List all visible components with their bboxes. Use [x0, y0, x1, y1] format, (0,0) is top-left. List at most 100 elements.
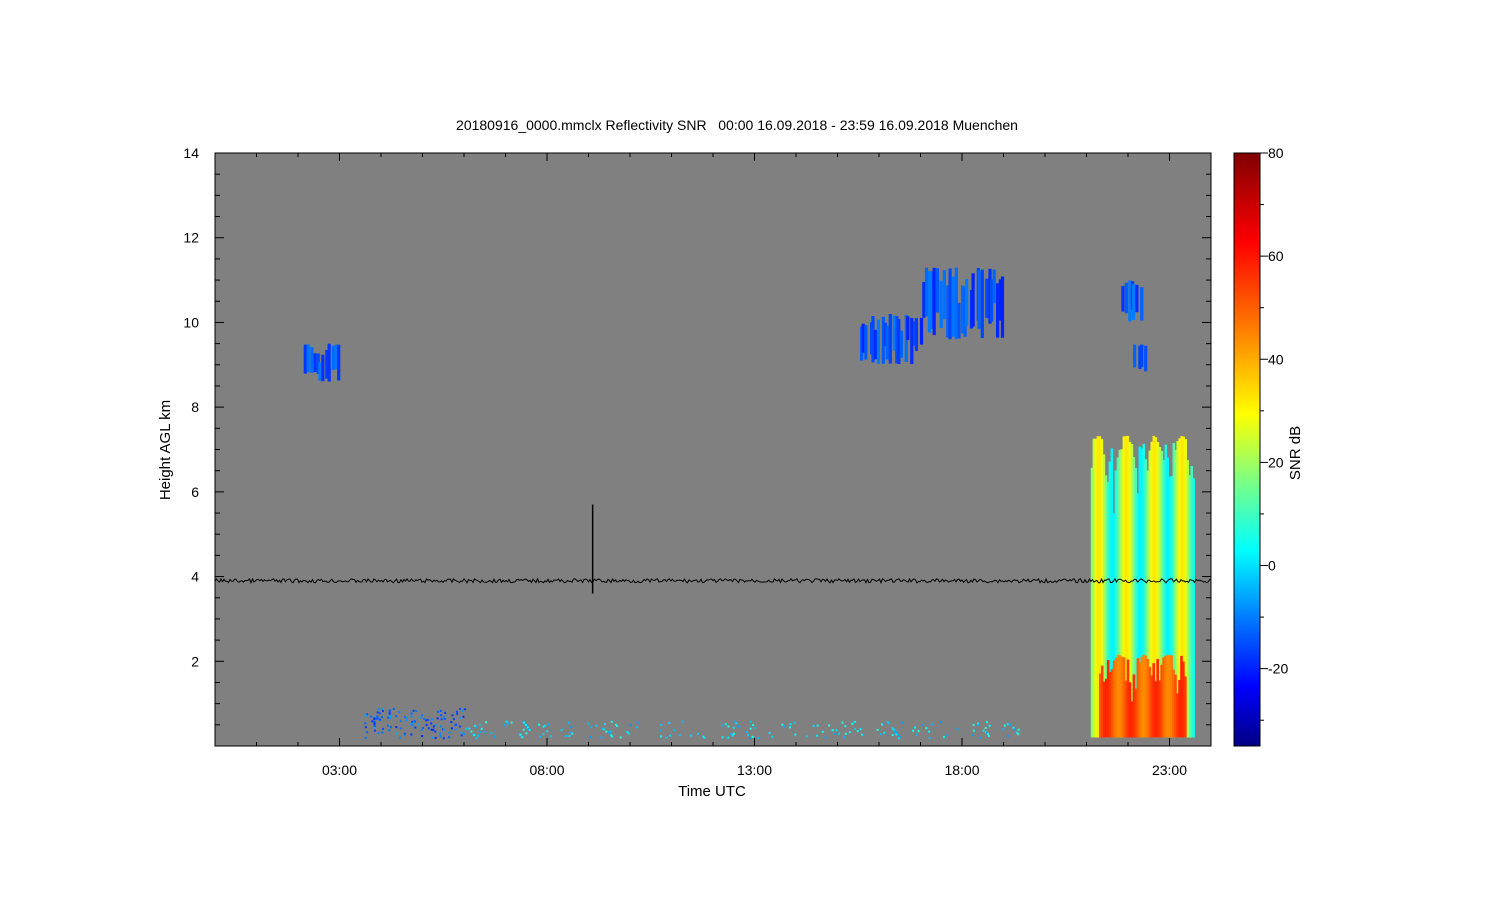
echo-speck	[1006, 723, 1009, 726]
echo-speck	[475, 726, 477, 729]
echo-speck	[475, 737, 478, 740]
echo-speck	[928, 737, 931, 739]
echo-speck	[425, 723, 428, 726]
echo-speck	[751, 735, 754, 738]
echo-speck	[522, 728, 525, 731]
echo-cell	[1000, 276, 1005, 338]
echo-speck	[589, 736, 591, 738]
colorbar-tick-label: 0	[1268, 558, 1276, 574]
echo-speck	[434, 730, 437, 733]
echo-cell	[888, 314, 892, 364]
colorbar-axis: -20 0 20 40 60 80	[1260, 145, 1288, 721]
echo-speck	[812, 724, 815, 727]
echo-speck	[986, 721, 988, 724]
echo-cell	[965, 279, 969, 326]
echo-cell	[996, 283, 1000, 338]
echo-speck	[503, 724, 506, 727]
echo-speck	[570, 725, 573, 728]
echo-speck	[485, 721, 488, 724]
echo-speck	[794, 733, 797, 736]
echo-speck	[897, 733, 900, 736]
echo-speck	[660, 729, 663, 732]
echo-speck	[732, 732, 735, 735]
echo-speck	[436, 717, 439, 720]
echo-speck	[430, 728, 433, 731]
echo-speck	[979, 736, 982, 739]
echo-cell	[927, 270, 931, 333]
echo-speck	[373, 726, 376, 729]
echo-cell	[885, 325, 889, 360]
echo-speck	[861, 733, 863, 736]
echo-speck	[439, 734, 442, 737]
echo-speck	[816, 724, 819, 727]
echo-speck	[977, 723, 980, 726]
echo-speck	[851, 722, 854, 725]
echo-speck	[752, 724, 755, 726]
echo-cell	[948, 268, 952, 340]
echo-speck	[856, 730, 859, 733]
echo-speck	[859, 728, 862, 731]
echo-speck	[595, 724, 598, 727]
echo-speck	[987, 733, 990, 736]
echo-speck	[412, 709, 415, 712]
echo-speck	[381, 716, 384, 718]
colorbar-tick-label: 60	[1268, 248, 1284, 264]
echo-speck	[378, 712, 381, 715]
echo-speck	[484, 731, 487, 734]
echo-speck	[883, 731, 886, 734]
echo-speck	[590, 726, 593, 729]
echo-speck	[940, 721, 942, 724]
echo-speck	[388, 729, 391, 732]
echo-speck	[427, 718, 430, 721]
echo-cell	[899, 330, 903, 358]
echo-speck	[366, 731, 369, 734]
echo-speck	[972, 723, 975, 726]
echo-speck	[629, 724, 632, 727]
echo-cell	[932, 267, 936, 336]
echo-speck	[605, 730, 608, 733]
echo-speck	[431, 718, 434, 721]
echo-speck	[431, 736, 434, 739]
echo-speck	[410, 712, 413, 715]
echo-speck	[398, 711, 401, 713]
echo-cell	[337, 344, 341, 381]
echo-speck	[364, 722, 367, 725]
echo-speck	[417, 723, 420, 726]
echo-speck	[619, 736, 622, 739]
echo-speck	[460, 731, 463, 734]
echo-speck	[749, 737, 752, 740]
echo-speck	[425, 719, 428, 722]
echo-speck	[925, 727, 928, 730]
echo-speck	[448, 731, 451, 734]
echo-speck	[387, 724, 389, 727]
echo-speck	[373, 729, 376, 732]
echo-speck	[982, 729, 985, 732]
echo-speck	[463, 708, 466, 711]
echo-speck	[853, 721, 856, 723]
echo-cell	[1121, 285, 1125, 312]
echo-cell	[303, 344, 307, 374]
echo-speck	[440, 714, 443, 717]
chart-title: 20180916_0000.mmclx Reflectivity SNR 00:…	[456, 117, 1018, 133]
echo-speck	[669, 734, 672, 737]
echo-speck	[382, 710, 384, 712]
echo-speck	[608, 732, 611, 735]
echo-speck	[456, 712, 459, 715]
echo-speck	[430, 722, 433, 725]
echo-cell	[864, 325, 868, 360]
echo-speck	[560, 728, 563, 731]
echo-speck	[600, 736, 603, 739]
echo-cell	[910, 317, 914, 364]
echo-speck	[436, 710, 439, 713]
echo-speck	[793, 721, 796, 724]
echo-speck	[413, 721, 416, 723]
echo-speck	[616, 725, 618, 727]
echo-speck	[1002, 728, 1005, 731]
y-tick-label: 6	[191, 484, 199, 500]
colorbar-tick-label: -20	[1268, 661, 1288, 677]
echo-column	[1192, 478, 1195, 738]
echo-speck	[735, 722, 738, 725]
x-tick-label: 23:00	[1152, 762, 1187, 778]
echo-speck	[1017, 733, 1020, 736]
echo-speck	[542, 733, 545, 736]
